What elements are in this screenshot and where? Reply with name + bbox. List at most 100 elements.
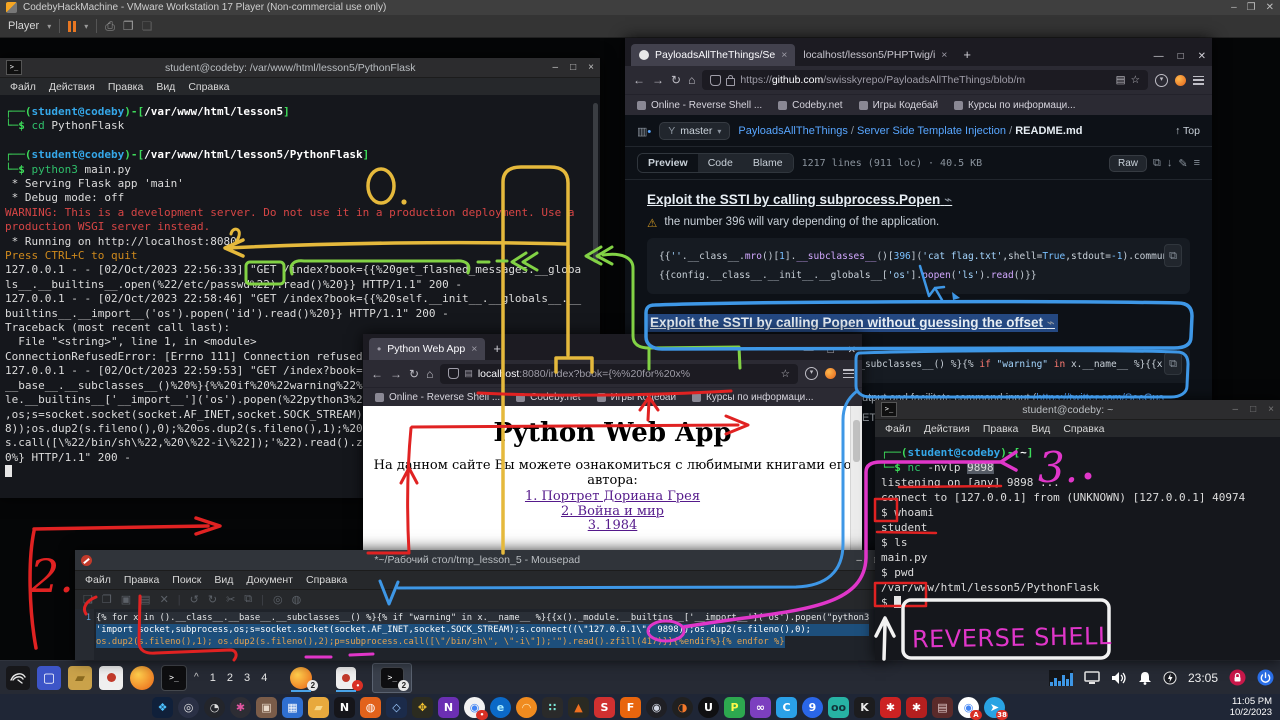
open-file-icon[interactable]: ❐ <box>102 593 112 606</box>
cut-icon[interactable]: ✂ <box>226 593 235 606</box>
menu-icon[interactable] <box>1193 76 1204 85</box>
extension-icon[interactable] <box>825 368 836 379</box>
display-icon[interactable] <box>1084 671 1100 685</box>
undo-icon[interactable]: ↺ <box>190 593 199 606</box>
photos-app-icon[interactable]: ▣ <box>256 697 277 718</box>
close-button[interactable]: × <box>1268 404 1274 415</box>
notifications-bell-icon[interactable] <box>1138 671 1152 685</box>
menu-item[interactable]: Игры Кодебай <box>597 392 676 403</box>
file-view-tabs[interactable]: Preview Code Blame <box>637 153 794 173</box>
reload-icon[interactable]: ↻ <box>671 73 681 87</box>
lock-screen-icon[interactable] <box>1229 669 1246 686</box>
orange-f-app-icon[interactable]: F <box>620 697 641 718</box>
menu-item[interactable]: Правка <box>124 574 159 586</box>
app-launcher-icon[interactable]: ▢ <box>37 666 61 690</box>
menu-item[interactable]: Файл <box>10 81 36 93</box>
terminal2-titlebar[interactable]: >_ student@codeby: ~ –□× <box>875 400 1280 420</box>
kali-menu-icon[interactable] <box>6 666 30 690</box>
save-as-icon[interactable]: ▤ <box>140 593 150 606</box>
pause-vm-button[interactable] <box>68 21 76 32</box>
minimize-button[interactable]: — <box>1154 51 1164 62</box>
home-icon[interactable]: ⌂ <box>688 73 695 87</box>
menu-item[interactable]: Вид <box>1031 423 1050 435</box>
menu-item[interactable]: Online - Reverse Shell ... <box>637 100 762 111</box>
maximize-button[interactable]: □ <box>570 62 576 73</box>
visual-studio-icon[interactable]: ∞ <box>750 697 771 718</box>
menu-item[interactable]: Документ <box>246 574 293 586</box>
edit-icon[interactable]: ✎ <box>1178 157 1187 170</box>
terminal1-scrollbar[interactable] <box>593 103 598 263</box>
menu-item[interactable]: Online - Reverse Shell ... <box>375 392 500 403</box>
panel-expand-icon[interactable]: ^ <box>194 672 199 683</box>
red-gear-app-icon[interactable]: ✱ <box>906 697 927 718</box>
power-manager-icon[interactable] <box>1163 671 1177 685</box>
taskbar-firefox-button[interactable]: 2 <box>282 664 320 692</box>
terminal1-titlebar[interactable]: >_ student@codeby: /var/www/html/lesson5… <box>0 58 600 78</box>
menu-item[interactable]: Действия <box>924 423 970 435</box>
minimize-button[interactable]: – <box>856 555 862 566</box>
close-button[interactable]: ✕ <box>1198 51 1206 62</box>
messenger-bird-icon[interactable]: ➤38 <box>984 697 1005 718</box>
minimize-button[interactable]: — <box>804 345 814 356</box>
calendar-icon[interactable]: ▦ <box>282 697 303 718</box>
branch-selector[interactable]: Ymaster▾ <box>659 122 730 140</box>
menu-item[interactable]: Курсы по информаци... <box>692 392 814 403</box>
url-bar[interactable]: https://github.com/swisskyrepo/PayloadsA… <box>702 70 1148 90</box>
menu-item[interactable]: Codeby.net <box>516 392 580 403</box>
breadcrumb-repo[interactable]: PayloadsAllTheThings <box>738 125 847 137</box>
workspace-switcher[interactable]: 1 2 3 4 <box>210 672 272 684</box>
firefox-launcher-icon[interactable] <box>130 666 154 690</box>
menu-item[interactable]: Вид <box>214 574 233 586</box>
vmware-maximize-button[interactable]: ❐ <box>1247 2 1256 13</box>
top-link[interactable]: ↑ Top <box>1175 125 1200 137</box>
page-scrollbar[interactable] <box>850 406 862 560</box>
menu-item[interactable]: Поиск <box>172 574 201 586</box>
tab-localhost-phptwig[interactable]: localhost/lesson5/PHPTwig/i × <box>795 44 955 66</box>
close-tab-icon[interactable]: × <box>781 49 787 61</box>
vscode-icon[interactable]: C <box>776 697 797 718</box>
reader-view-icon[interactable]: ▤ <box>1116 74 1126 86</box>
menu-item[interactable]: Файл <box>885 423 911 435</box>
forward-icon[interactable]: → <box>390 367 402 381</box>
close-tab-icon[interactable]: × <box>941 49 947 61</box>
back-icon[interactable]: ← <box>633 73 645 87</box>
menu-item[interactable]: Правка <box>108 81 143 93</box>
menu-item[interactable]: Курсы по информаци... <box>954 100 1076 111</box>
save-icon[interactable]: ▣ <box>121 593 131 606</box>
extension-icon[interactable] <box>1175 75 1186 86</box>
camera-app-icon[interactable]: ◉ <box>646 697 667 718</box>
tab-preview[interactable]: Preview <box>638 154 698 172</box>
slack-icon[interactable]: ✱ <box>230 697 251 718</box>
taskbar-mousepad-button[interactable]: • <box>327 664 365 692</box>
close-button[interactable]: ✕ <box>848 345 856 356</box>
outline-icon[interactable]: ≡ <box>1194 157 1200 169</box>
chrome-profile-icon[interactable]: ◉A <box>958 697 979 718</box>
url-bar[interactable]: ▤ localhost:8080/index?book={%%20for%20x… <box>440 364 798 384</box>
notion-icon[interactable]: N <box>334 697 355 718</box>
ssti-popen-heading[interactable]: Exploit the SSTI by calling Popen withou… <box>647 314 1058 332</box>
search-icon[interactable]: ◎ <box>178 697 199 718</box>
teal-app-icon[interactable]: oo <box>828 697 849 718</box>
vmware-close-button[interactable]: ✕ <box>1266 2 1274 13</box>
pocket-icon[interactable]: ▾ <box>805 367 818 380</box>
arrows-app-icon[interactable]: ✥ <box>412 697 433 718</box>
back-icon[interactable]: ← <box>371 367 383 381</box>
close-file-icon[interactable]: ✕ <box>160 593 169 606</box>
menu-item[interactable]: Вид <box>156 81 175 93</box>
new-file-icon[interactable]: ❏ <box>83 593 93 606</box>
maximize-button[interactable]: □ <box>828 345 834 356</box>
menu-item[interactable]: Справка <box>1063 423 1104 435</box>
fullscreen-icon[interactable]: ❐ <box>123 19 134 33</box>
bookmark-star-icon[interactable]: ☆ <box>781 368 790 380</box>
tab-python-web-app[interactable]: • Python Web App × <box>369 338 485 360</box>
file-explorer-icon[interactable]: ▰ <box>308 697 329 718</box>
copy-code-icon[interactable]: ⧉ <box>1164 244 1182 267</box>
reload-icon[interactable]: ↻ <box>409 367 419 381</box>
new-tab-button[interactable]: + <box>493 341 501 356</box>
toolbox-app-icon[interactable]: ▤ <box>932 697 953 718</box>
taskbar-terminal-button[interactable]: >_ 2 <box>372 663 412 693</box>
chrome-icon[interactable]: ◉• <box>464 697 485 718</box>
blue-nine-app-icon[interactable]: 9 <box>802 697 823 718</box>
tab-code[interactable]: Code <box>698 154 743 172</box>
close-tab-icon[interactable]: × <box>471 343 477 355</box>
